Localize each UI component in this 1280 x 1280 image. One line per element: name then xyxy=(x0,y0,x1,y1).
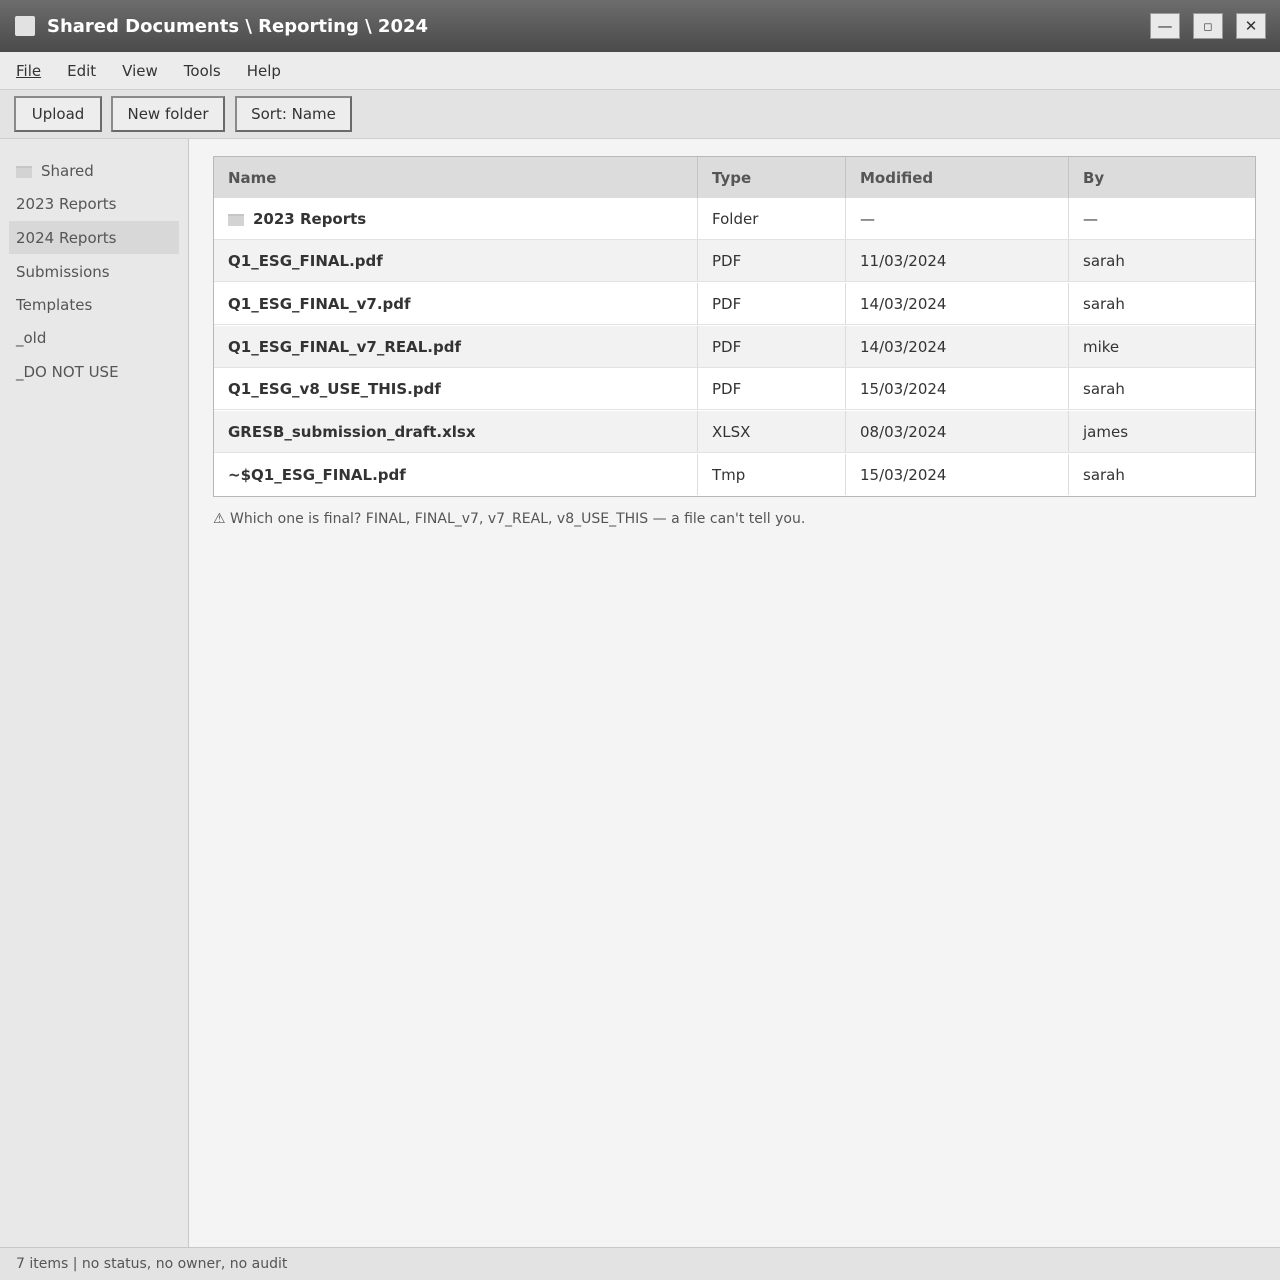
sidebar-item-templates[interactable]: Templates xyxy=(9,288,179,321)
folder-icon xyxy=(228,213,244,226)
column-header-by[interactable]: By xyxy=(1069,157,1255,198)
table-row[interactable]: GRESB_submission_draft.xlsx XLSX 08/03/2… xyxy=(214,411,1255,453)
sidebar-item-2024-reports[interactable]: 2024 Reports xyxy=(9,221,179,254)
cell-type: Tmp xyxy=(698,454,846,495)
cell-type: PDF xyxy=(698,240,846,281)
file-table: Name Type Modified By 2023 Reports Folde… xyxy=(213,156,1256,497)
cell-modified: 14/03/2024 xyxy=(846,326,1069,367)
warning-note: ⚠ Which one is final? FINAL, FINAL_v7, v… xyxy=(213,511,806,527)
menu-view[interactable]: View xyxy=(122,62,158,80)
column-header-type[interactable]: Type xyxy=(698,157,846,198)
cell-modified: — xyxy=(846,198,1069,239)
sidebar-item-submissions[interactable]: Submissions xyxy=(9,255,179,288)
sort-button[interactable]: Sort: Name xyxy=(235,96,352,132)
sidebar-item-label: Shared xyxy=(41,161,94,180)
file-name: 2023 Reports xyxy=(253,209,367,228)
cell-name: Q1_ESG_FINAL.pdf xyxy=(214,240,698,281)
cell-type: PDF xyxy=(698,283,846,324)
sidebar-item-old[interactable]: _old xyxy=(9,321,179,354)
sidebar-item-shared[interactable]: Shared xyxy=(9,154,179,187)
cell-by: mike xyxy=(1083,337,1120,356)
sidebar-item-do-not-use[interactable]: _DO NOT USE xyxy=(9,355,179,388)
menu-edit[interactable]: Edit xyxy=(67,62,96,80)
cell-modified: 15/03/2024 xyxy=(846,454,1069,495)
cell-name: Q1_ESG_v8_USE_THIS.pdf xyxy=(214,368,698,409)
menu-file[interactable]: File xyxy=(16,62,41,80)
cell-name: ~$Q1_ESG_FINAL.pdf xyxy=(214,454,698,495)
folder-icon xyxy=(16,165,32,178)
sidebar-item-2023-reports[interactable]: 2023 Reports xyxy=(9,187,179,220)
menu-tools[interactable]: Tools xyxy=(184,62,221,80)
sidebar: Shared 2023 Reports 2024 Reports Submiss… xyxy=(0,139,189,1247)
minimize-icon: — xyxy=(1157,17,1173,35)
cell-modified: 11/03/2024 xyxy=(846,240,1069,281)
cell-name: Q1_ESG_FINAL_v7_REAL.pdf xyxy=(214,326,698,367)
window-title: Shared Documents \ Reporting \ 2024 xyxy=(47,15,429,37)
sidebar-item-label: Templates xyxy=(16,295,93,314)
table-header: Name Type Modified By xyxy=(214,157,1255,199)
cell-by: sarah xyxy=(1083,379,1125,398)
cell-by: — xyxy=(1083,209,1098,228)
cell-type: Folder xyxy=(698,198,846,239)
sidebar-item-label: _old xyxy=(16,328,47,347)
app-icon xyxy=(15,16,35,36)
close-icon: ✕ xyxy=(1244,17,1258,35)
sidebar-item-label: 2024 Reports xyxy=(16,228,117,247)
status-bar: 7 items | no status, no owner, no audit xyxy=(0,1247,1280,1280)
table-row[interactable]: Q1_ESG_v8_USE_THIS.pdf PDF 15/03/2024 sa… xyxy=(214,368,1255,410)
table-row[interactable]: Q1_ESG_FINAL_v7.pdf PDF 14/03/2024 sarah xyxy=(214,283,1255,325)
column-header-name[interactable]: Name xyxy=(214,157,698,198)
sidebar-item-label: 2023 Reports xyxy=(16,194,117,213)
title-bar: Shared Documents \ Reporting \ 2024 — ◻ … xyxy=(0,0,1280,52)
table-row[interactable]: Q1_ESG_FINAL_v7_REAL.pdf PDF 14/03/2024 … xyxy=(214,326,1255,368)
close-button[interactable]: ✕ xyxy=(1236,13,1266,39)
table-row[interactable]: 2023 Reports Folder — — xyxy=(214,198,1255,240)
cell-by: sarah xyxy=(1083,251,1125,270)
toolbar: Upload New folder Sort: Name xyxy=(0,90,1280,139)
table-row[interactable]: Q1_ESG_FINAL.pdf PDF 11/03/2024 sarah xyxy=(214,240,1255,282)
cell-by: james xyxy=(1083,422,1129,441)
menu-bar: File Edit View Tools Help xyxy=(0,52,1280,90)
minimize-button[interactable]: — xyxy=(1150,13,1180,39)
cell-modified: 08/03/2024 xyxy=(846,411,1069,452)
cell-modified: 15/03/2024 xyxy=(846,368,1069,409)
cell-modified: 14/03/2024 xyxy=(846,283,1069,324)
maximize-icon: ◻ xyxy=(1203,19,1213,33)
cell-type: XLSX xyxy=(698,411,846,452)
upload-button[interactable]: Upload xyxy=(14,96,102,132)
table-row[interactable]: ~$Q1_ESG_FINAL.pdf Tmp 15/03/2024 sarah xyxy=(214,454,1255,496)
maximize-button[interactable]: ◻ xyxy=(1193,13,1223,39)
sidebar-item-label: Submissions xyxy=(16,262,110,281)
cell-name: GRESB_submission_draft.xlsx xyxy=(214,411,698,452)
sidebar-item-label: _DO NOT USE xyxy=(16,362,119,381)
cell-by: sarah xyxy=(1083,465,1125,484)
cell-type: PDF xyxy=(698,368,846,409)
cell-name: Q1_ESG_FINAL_v7.pdf xyxy=(214,283,698,324)
cell-type: PDF xyxy=(698,326,846,367)
cell-name: 2023 Reports xyxy=(214,198,698,239)
cell-by: sarah xyxy=(1083,294,1125,313)
window-controls: — ◻ ✕ xyxy=(1150,13,1266,39)
column-header-modified[interactable]: Modified xyxy=(846,157,1069,198)
new-folder-button[interactable]: New folder xyxy=(111,96,225,132)
menu-help[interactable]: Help xyxy=(247,62,281,80)
